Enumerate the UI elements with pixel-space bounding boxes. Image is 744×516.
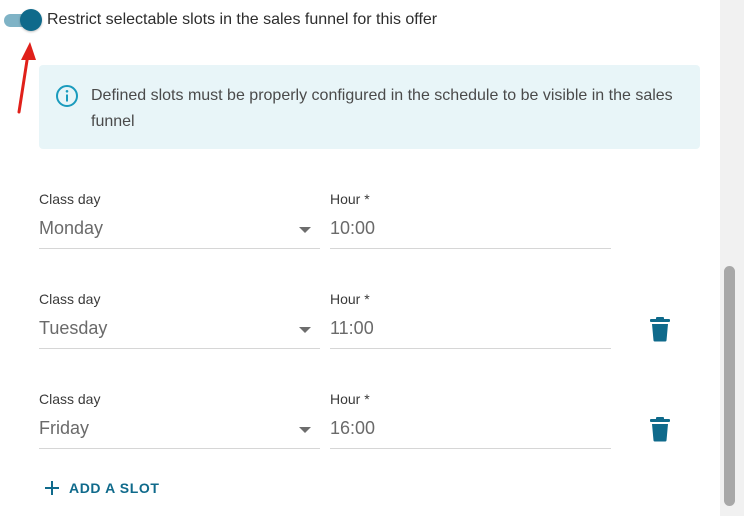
field-underline	[39, 348, 320, 349]
scrollbar-thumb[interactable]	[724, 266, 735, 506]
delete-slot-button[interactable]	[649, 416, 671, 442]
class-day-label: Class day	[39, 391, 101, 407]
chevron-down-icon	[299, 427, 311, 433]
field-underline	[330, 448, 611, 449]
class-day-value: Monday	[39, 218, 104, 238]
restrict-slots-toggle[interactable]	[2, 6, 44, 34]
slot-row: Class day Friday Hour * 16:00	[39, 391, 679, 453]
hour-input[interactable]: Hour * 16:00	[330, 391, 611, 453]
restrict-slots-label: Restrict selectable slots in the sales f…	[47, 11, 438, 28]
add-slot-label: ADD A SLOT	[69, 480, 160, 496]
class-day-select[interactable]: Class day Tuesday	[39, 291, 320, 353]
info-banner-text: Defined slots must be properly configure…	[91, 87, 673, 130]
field-underline	[330, 348, 611, 349]
class-day-label: Class day	[39, 191, 101, 207]
slot-settings-panel: Restrict selectable slots in the sales f…	[0, 0, 744, 516]
info-banner: Defined slots must be properly configure…	[39, 65, 700, 149]
delete-slot-button[interactable]	[649, 316, 671, 342]
hour-label: Hour *	[330, 291, 370, 307]
hour-input[interactable]: Hour * 10:00	[330, 191, 611, 253]
plus-icon	[45, 481, 59, 495]
class-day-select[interactable]: Class day Friday	[39, 391, 320, 453]
field-underline	[39, 248, 320, 249]
hour-value: 10:00	[330, 218, 376, 238]
class-day-value: Tuesday	[39, 318, 108, 338]
field-underline	[39, 448, 320, 449]
restrict-slots-toggle-row: Restrict selectable slots in the sales f…	[0, 6, 437, 34]
class-day-value: Friday	[39, 418, 90, 438]
hour-value: 11:00	[330, 318, 374, 338]
hour-input[interactable]: Hour * 11:00	[330, 291, 611, 353]
class-day-select[interactable]: Class day Monday	[39, 191, 320, 253]
field-underline	[330, 248, 611, 249]
toggle-thumb	[20, 9, 42, 31]
hour-label: Hour *	[330, 191, 370, 207]
hour-label: Hour *	[330, 391, 370, 407]
chevron-down-icon	[299, 227, 311, 233]
chevron-down-icon	[299, 327, 311, 333]
red-arrow-icon	[17, 42, 36, 114]
add-slot-button[interactable]: ADD A SLOT	[44, 477, 160, 499]
hour-value: 16:00	[330, 418, 376, 438]
info-circle-icon	[56, 85, 78, 107]
slot-row: Class day Monday Hour * 10:00	[39, 191, 679, 253]
slot-row: Class day Tuesday Hour * 11:00	[39, 291, 679, 353]
class-day-label: Class day	[39, 291, 101, 307]
